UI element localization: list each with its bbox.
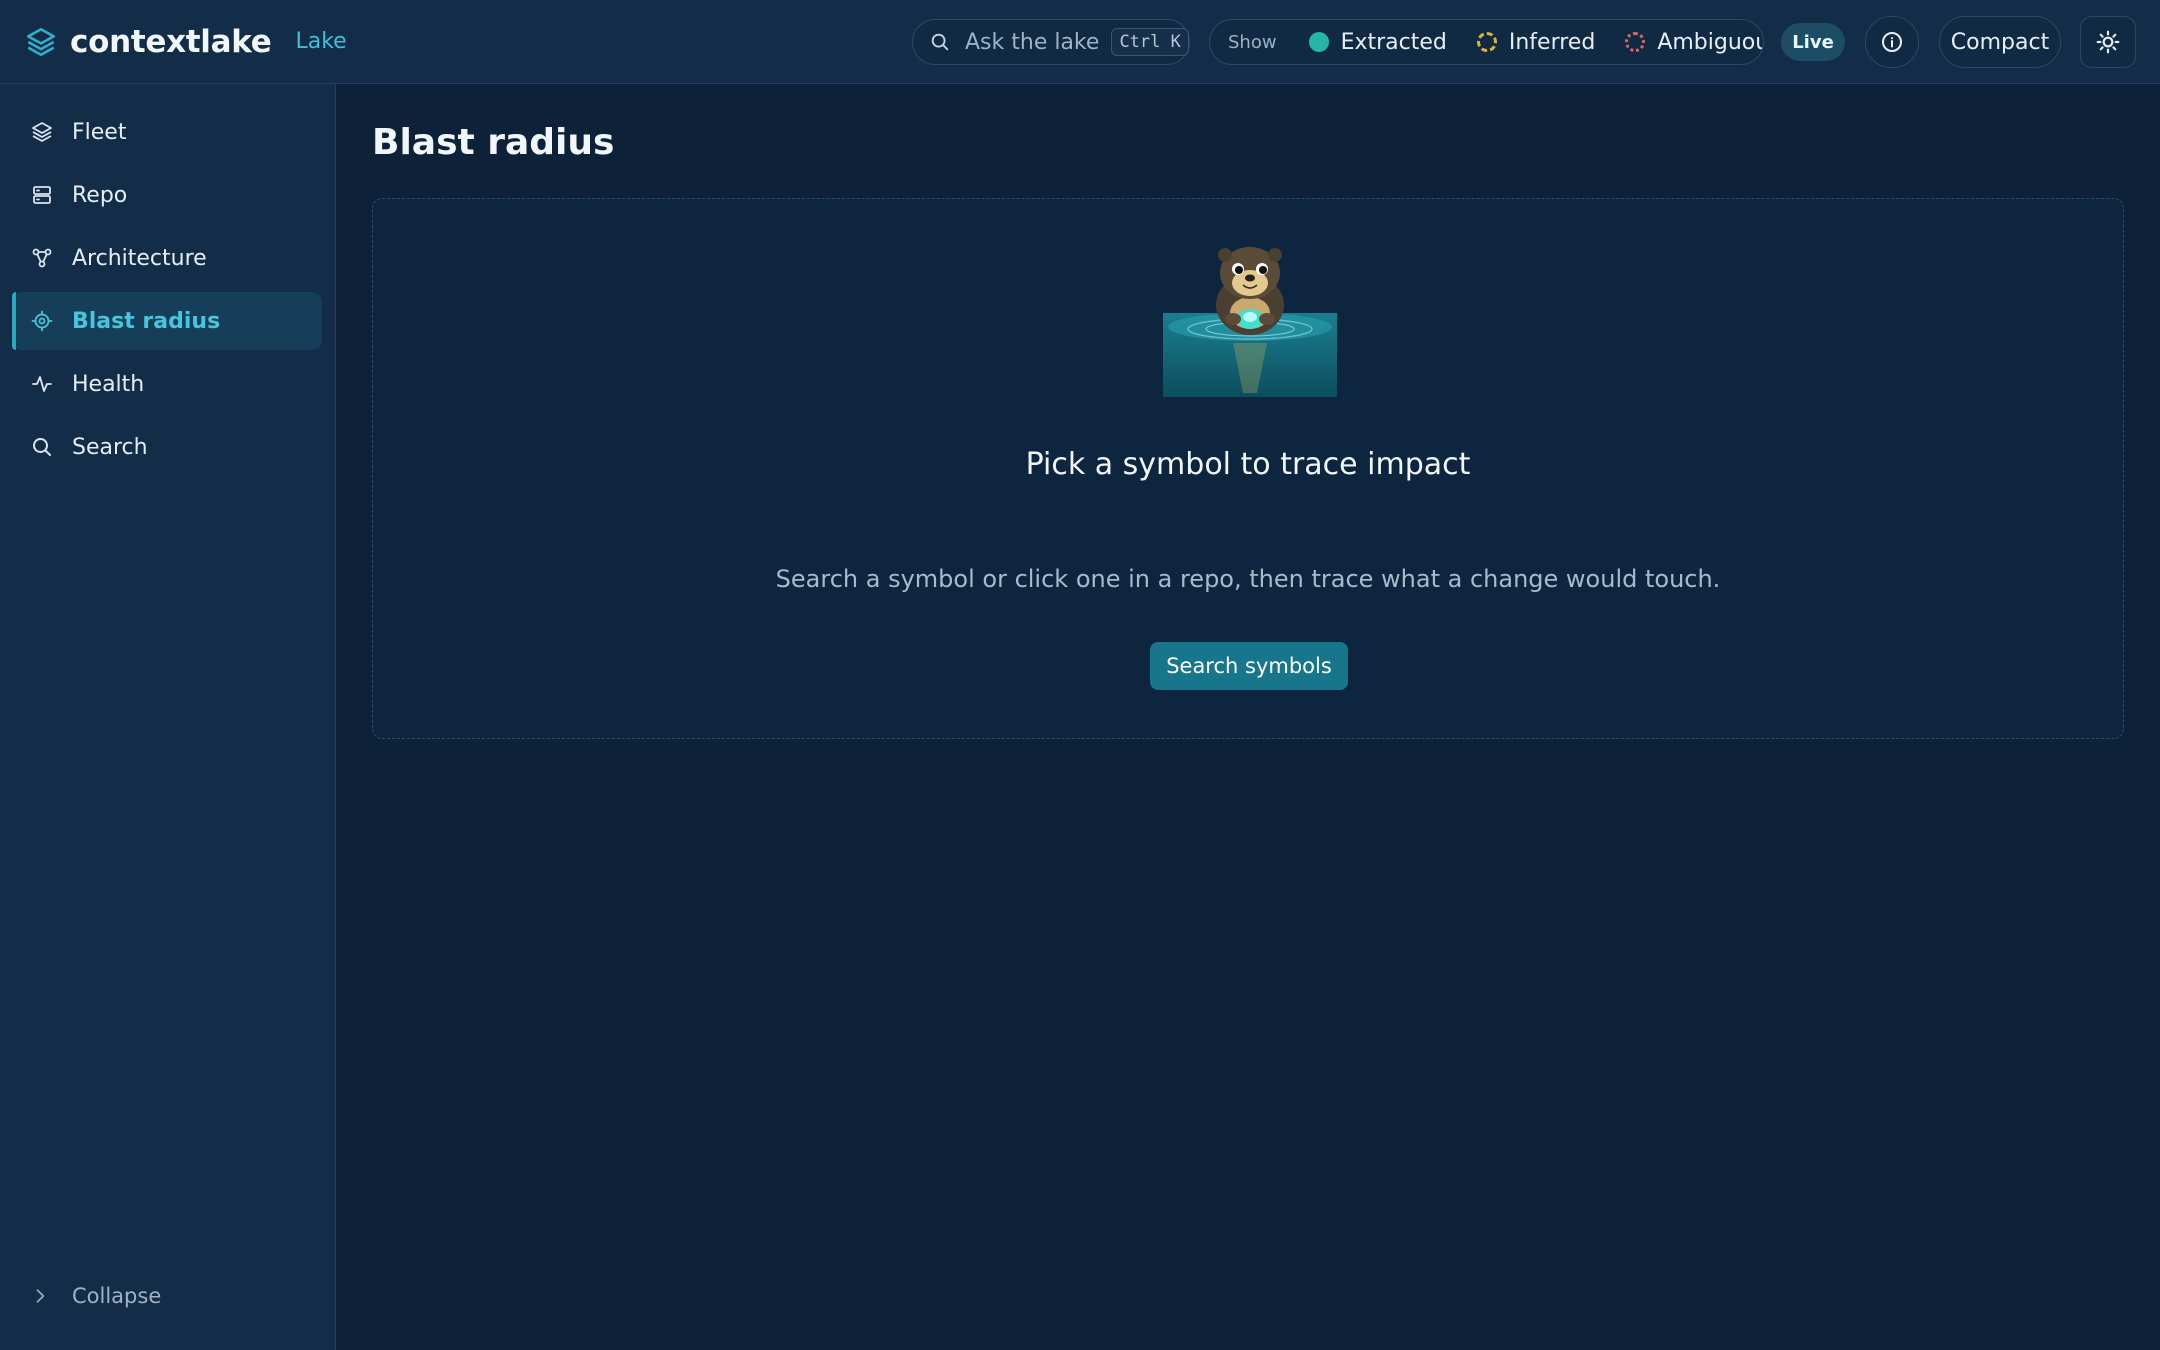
filter-inferred[interactable]: Inferred xyxy=(1463,20,1611,64)
sidebar-item-label: Blast radius xyxy=(72,308,221,334)
filter-extracted-label: Extracted xyxy=(1340,29,1447,55)
sun-icon xyxy=(2096,30,2120,54)
search-placeholder: Ask the lake xyxy=(965,29,1100,55)
sidebar-item-label: Fleet xyxy=(72,119,127,145)
shortcut-hint: Ctrl K xyxy=(1111,28,1189,56)
extracted-dot-icon xyxy=(1308,32,1329,52)
layers-icon xyxy=(32,122,52,142)
sidebar-item-label: Search xyxy=(72,434,148,460)
sidebar-item-repo[interactable]: Repo xyxy=(12,166,322,224)
sidebar-item-label: Repo xyxy=(72,182,128,208)
edge-filter-group: Show Extracted Inferred Ambiguous xyxy=(1209,19,1764,65)
collapse-sidebar-button[interactable]: Collapse xyxy=(30,1284,161,1308)
server-icon xyxy=(33,186,51,204)
sidebar-item-label: Health xyxy=(72,371,145,397)
collapse-label: Collapse xyxy=(72,1284,162,1308)
compact-button[interactable]: Compact xyxy=(1939,16,2061,68)
top-bar: contextlake Lake Ask the lake Ctrl K Sho… xyxy=(0,0,2160,84)
target-icon xyxy=(31,310,53,332)
ask-lake-search[interactable]: Ask the lake Ctrl K xyxy=(912,19,1190,65)
empty-state-card: Pick a symbol to trace impact Search a s… xyxy=(372,198,2124,739)
filter-ambiguous-label: Ambiguous xyxy=(1657,29,1763,55)
info-icon xyxy=(1882,32,1902,52)
filter-show-label: Show xyxy=(1228,31,1277,53)
search-icon xyxy=(33,438,51,456)
sidebar-item-architecture[interactable]: Architecture xyxy=(12,229,322,287)
info-button[interactable] xyxy=(1865,16,1919,68)
chevron-right-icon xyxy=(36,1289,45,1303)
ambiguous-dot-icon xyxy=(1625,32,1646,52)
filter-ambiguous[interactable]: Ambiguous xyxy=(1611,20,1763,64)
sidebar-item-search[interactable]: Search xyxy=(12,418,322,476)
activity-icon xyxy=(32,376,52,392)
layers-icon xyxy=(26,27,56,56)
sidebar-item-health[interactable]: Health xyxy=(12,355,322,413)
graph-icon xyxy=(32,248,52,268)
empty-state-description: Search a symbol or click one in a repo, … xyxy=(775,565,1721,593)
sidebar-item-blast-radius[interactable]: Blast radius xyxy=(12,292,322,350)
filter-inferred-label: Inferred xyxy=(1508,29,1596,55)
brand-tag: Lake xyxy=(295,29,347,54)
search-icon xyxy=(931,33,949,51)
sidebar: Fleet Repo Architecture Blast radius Hea… xyxy=(0,84,336,1350)
empty-state-title: Pick a symbol to trace impact xyxy=(1025,447,1471,482)
sidebar-item-fleet[interactable]: Fleet xyxy=(12,103,322,161)
inferred-dot-icon xyxy=(1476,32,1497,52)
live-badge[interactable]: Live xyxy=(1781,23,1845,61)
search-symbols-button[interactable]: Search symbols xyxy=(1150,642,1348,690)
filter-extracted[interactable]: Extracted xyxy=(1295,20,1463,64)
sidebar-item-label: Architecture xyxy=(72,245,207,271)
page-title: Blast radius xyxy=(372,122,615,163)
brand[interactable]: contextlake Lake xyxy=(24,24,347,60)
brand-name: contextlake xyxy=(70,23,272,60)
otter-mascot-icon xyxy=(1163,247,1337,397)
theme-toggle-button[interactable] xyxy=(2080,16,2136,68)
